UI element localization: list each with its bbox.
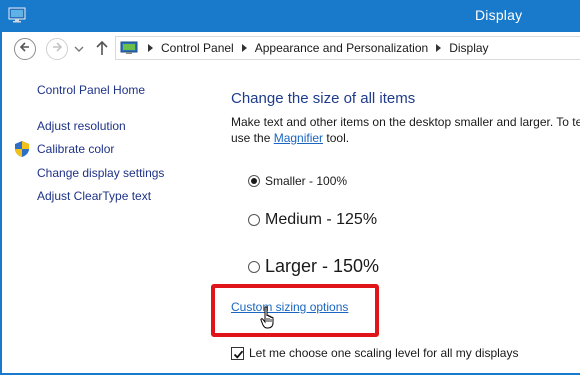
hand-cursor-icon — [260, 306, 278, 330]
page-title: Change the size of all items — [231, 90, 416, 107]
monitor-icon — [8, 7, 26, 23]
description-prefix: use the — [231, 131, 274, 145]
breadcrumb-separator-icon[interactable] — [148, 44, 153, 52]
window-title: Display — [475, 7, 523, 23]
back-arrow-icon — [19, 40, 31, 58]
sidebar-item-adjust-resolution[interactable]: Adjust resolution — [37, 119, 126, 133]
display-window: Display Control Panel Appearance and Per… — [0, 0, 580, 375]
left-pane: Control Panel Home Adjust resolution Cal… — [2, 64, 202, 373]
option-medium-label[interactable]: Medium - 125% — [265, 211, 377, 229]
sidebar-item-change-display-settings[interactable]: Change display settings — [37, 166, 164, 180]
shield-icon — [14, 140, 30, 158]
description-suffix: tool. — [323, 131, 350, 145]
magnifier-link[interactable]: Magnifier — [274, 131, 323, 145]
breadcrumb-separator-icon[interactable] — [241, 44, 247, 52]
scaling-checkbox[interactable] — [231, 346, 244, 360]
forward-button[interactable] — [46, 38, 68, 60]
chevron-down-icon[interactable] — [74, 42, 84, 54]
scaling-checkbox-label[interactable]: Let me choose one scaling level for all … — [249, 346, 518, 360]
breadcrumb-control-panel[interactable]: Control Panel — [161, 41, 234, 55]
scaling-checkbox-row[interactable]: Let me choose one scaling level for all … — [231, 346, 518, 360]
breadcrumb-separator-icon[interactable] — [436, 44, 442, 52]
description-text: Make text and other items on the desktop… — [231, 114, 580, 146]
custom-sizing-link[interactable]: Custom sizing options — [231, 300, 348, 314]
sidebar-item-calibrate-color[interactable]: Calibrate color — [37, 142, 114, 156]
up-arrow-icon[interactable] — [95, 40, 109, 56]
breadcrumb-appearance[interactable]: Appearance and Personalization — [255, 41, 428, 55]
description-line-1: Make text and other items on the desktop… — [231, 115, 580, 129]
option-smaller[interactable]: Smaller - 100% — [248, 174, 347, 188]
sidebar-item-adjust-cleartype[interactable]: Adjust ClearType text — [37, 189, 151, 203]
breadcrumb-display[interactable]: Display — [449, 41, 488, 55]
control-panel-icon — [120, 40, 138, 56]
back-button[interactable] — [14, 38, 36, 60]
radio-smaller[interactable] — [248, 175, 260, 187]
title-bar[interactable]: Display — [2, 0, 580, 32]
option-larger-label[interactable]: Larger - 150% — [265, 256, 379, 277]
forward-arrow-icon — [51, 40, 63, 58]
description-line-2: use the Magnifier tool. — [231, 130, 580, 146]
option-smaller-label[interactable]: Smaller - 100% — [265, 174, 347, 188]
option-medium[interactable]: Medium - 125% — [248, 211, 377, 229]
radio-medium[interactable] — [248, 214, 260, 226]
option-larger[interactable]: Larger - 150% — [248, 256, 379, 277]
address-bar[interactable]: Control Panel Appearance and Personaliza… — [115, 36, 580, 60]
navigation-bar: Control Panel Appearance and Personaliza… — [2, 32, 580, 64]
radio-larger[interactable] — [248, 260, 260, 273]
sidebar-item-control-panel-home[interactable]: Control Panel Home — [37, 83, 145, 97]
breadcrumb: Control Panel Appearance and Personaliza… — [140, 37, 489, 59]
